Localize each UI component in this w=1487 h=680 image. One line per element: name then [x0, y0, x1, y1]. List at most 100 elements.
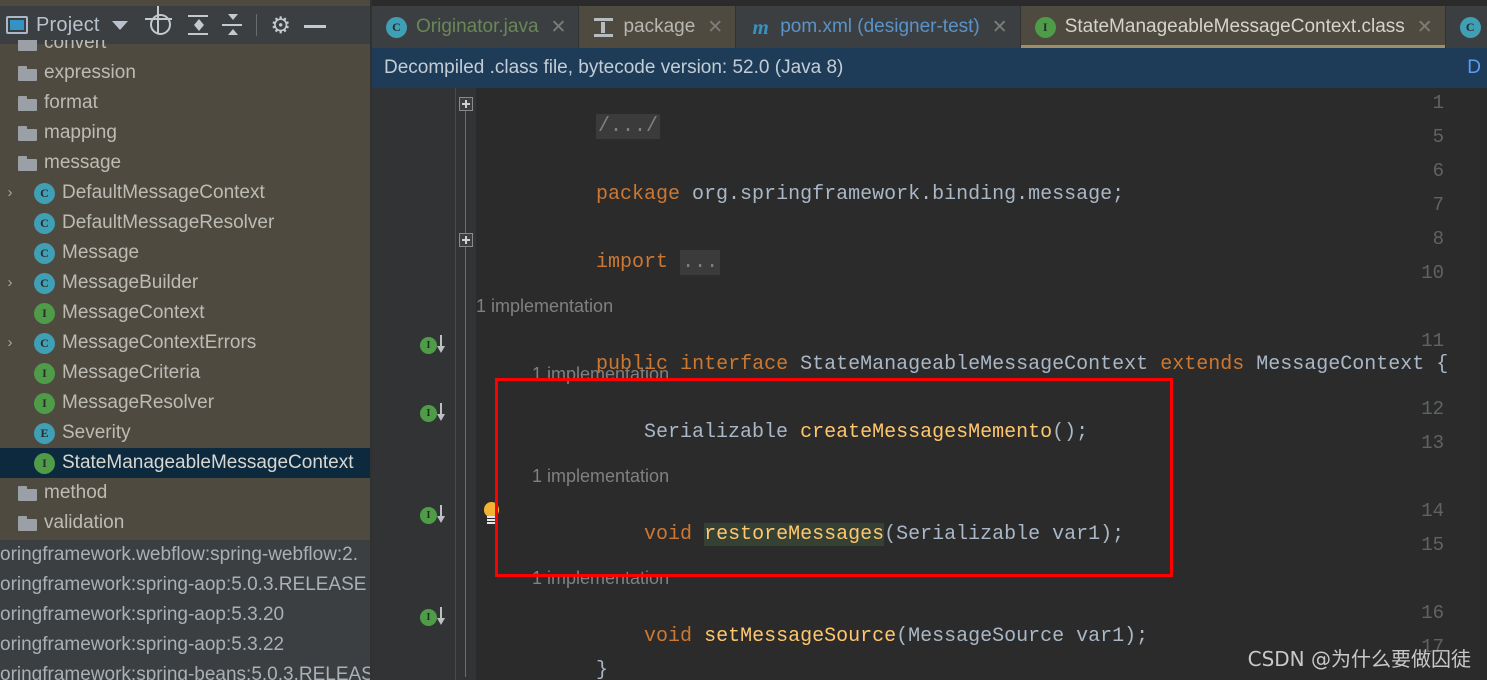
folder-icon: [18, 40, 37, 51]
library-item[interactable]: oringframework:spring-beans:5.0.3.RELEAS…: [0, 660, 372, 680]
tree-item[interactable]: convert: [0, 40, 372, 58]
tree-item-label: expression: [44, 62, 136, 83]
tree-item[interactable]: I MessageContext: [0, 298, 372, 328]
code-line: /.../: [476, 92, 661, 161]
implementation-marker[interactable]: I: [420, 504, 450, 528]
editor-tab-label: package: [623, 16, 696, 37]
library-item[interactable]: oringframework:spring-aop:5.0.3.RELEASE: [0, 570, 372, 600]
close-icon[interactable]: ✕: [992, 18, 1008, 37]
tree-item[interactable]: validation: [0, 508, 372, 538]
editor-tab-bar[interactable]: C Originator.java ✕ package ✕ m pom.xml (desig…: [372, 6, 1487, 48]
fold-strip[interactable]: [456, 88, 476, 680]
tree-item[interactable]: method: [0, 478, 372, 508]
tree-item[interactable]: I MessageCriteria: [0, 358, 372, 388]
tree-item[interactable]: format: [0, 88, 372, 118]
tree-item[interactable]: I MessageResolver: [0, 388, 372, 418]
tree-item-label: DefaultMessageContext: [62, 182, 265, 203]
fold-placeholder-imports[interactable]: ...: [680, 250, 721, 275]
tree-item-label: StateManageableMessageContext: [62, 452, 354, 473]
collapse-all-icon[interactable]: [218, 11, 246, 39]
folder-icon: [18, 485, 37, 501]
implementation-marker[interactable]: I: [420, 334, 450, 358]
expand-chevron-icon[interactable]: ›: [2, 328, 18, 358]
chevron-down-icon[interactable]: [111, 20, 128, 30]
close-icon[interactable]: ✕: [551, 18, 567, 37]
project-tool-window: Project ⚙ convert expression format mapping…: [0, 0, 372, 680]
editor-tab-label: pom.xml (designer-test): [780, 16, 980, 37]
tree-item-label: mapping: [44, 122, 117, 143]
tree-item[interactable]: C Message: [0, 238, 372, 268]
close-icon[interactable]: ✕: [1417, 18, 1433, 37]
folder-icon: [18, 125, 37, 141]
expand-chevron-icon[interactable]: ›: [2, 178, 18, 208]
tree-item[interactable]: I StateManageableMessageContext: [0, 448, 372, 478]
package-diff-icon: [593, 17, 614, 38]
code-region: 1 5 6 7 8 10 11 12 13 14 15 16 17 I I I: [372, 88, 1487, 680]
tree-item-label: format: [44, 92, 98, 113]
gutter-separator: [455, 88, 456, 680]
interface-icon: I: [34, 362, 55, 384]
editor-tab[interactable]: package ✕: [579, 6, 737, 48]
code-line: }: [596, 659, 609, 680]
tree-item-label: message: [44, 152, 122, 173]
watermark: CSDN @为什么要做囚徒: [1247, 647, 1471, 671]
tree-item[interactable]: › C DefaultMessageContext: [0, 178, 372, 208]
folder-icon: [18, 65, 37, 81]
tree-item[interactable]: C DefaultMessageResolver: [0, 208, 372, 238]
expand-all-icon[interactable]: [184, 11, 212, 39]
tree-item[interactable]: › C MessageContextErrors: [0, 328, 372, 358]
close-icon[interactable]: ✕: [707, 18, 723, 37]
maven-icon: m: [752, 14, 769, 39]
code-text[interactable]: /.../ package org.springframework.bindin…: [476, 88, 1487, 680]
library-item[interactable]: oringframework.webflow:spring-webflow:2.: [0, 540, 372, 570]
highlighted-identifier: restoreMessages: [704, 523, 885, 546]
external-libraries-list[interactable]: oringframework.webflow:spring-webflow:2.…: [0, 540, 372, 680]
fold-marker[interactable]: [459, 97, 473, 111]
tree-item-label: Message: [62, 242, 140, 263]
inlay-hint-implementation[interactable]: 1 implementation: [532, 466, 669, 487]
tree-item[interactable]: › C MessageBuilder: [0, 268, 372, 298]
fold-marker[interactable]: [459, 233, 473, 247]
interface-icon: I: [34, 392, 55, 414]
tree-item-label: MessageContextErrors: [62, 332, 257, 353]
implementation-marker[interactable]: I: [420, 606, 450, 630]
project-title[interactable]: Project: [36, 14, 100, 37]
editor-tab[interactable]: m pom.xml (designer-test) ✕: [736, 6, 1021, 48]
editor-tab[interactable]: C Originator.java ✕: [372, 6, 580, 48]
notification-link[interactable]: D: [1467, 57, 1481, 79]
implementation-marker[interactable]: I: [420, 402, 450, 426]
library-item[interactable]: oringframework:spring-aop:5.3.22: [0, 630, 372, 660]
code-line: Serializable createMessagesMemento();: [596, 421, 1089, 444]
code-line: void restoreMessages(Serializable var1);: [644, 523, 1125, 546]
folder-icon: [18, 95, 37, 111]
decompiled-notification-bar: Decompiled .class file, bytecode version…: [372, 48, 1487, 88]
interface-icon: I: [34, 302, 55, 324]
enum-icon: E: [34, 422, 55, 444]
java-class-icon: C: [1459, 16, 1481, 38]
folder-icon: [18, 515, 37, 531]
tree-item[interactable]: message: [0, 148, 372, 178]
fold-placeholder-comment[interactable]: /.../: [596, 114, 661, 139]
locate-target-icon[interactable]: [149, 11, 178, 39]
tree-item[interactable]: expression: [0, 58, 372, 88]
java-class-icon: C: [386, 16, 407, 38]
project-tree[interactable]: convert expression format mapping message › C D…: [0, 40, 372, 540]
idea-window: Project ⚙ convert expression format mapping…: [0, 0, 1487, 680]
tree-item[interactable]: mapping: [0, 118, 372, 148]
class-icon: C: [34, 182, 55, 204]
notification-text: Decompiled .class file, bytecode version…: [384, 57, 844, 78]
editor-tab[interactable]: CDe: [1446, 6, 1487, 48]
inlay-hint-implementation[interactable]: 1 implementation: [476, 296, 613, 317]
tree-item[interactable]: E Severity: [0, 418, 372, 448]
kw-package: package: [596, 183, 681, 206]
editor-gutter[interactable]: [372, 88, 455, 680]
tree-item-label: method: [44, 482, 108, 503]
inlay-hint-implementation[interactable]: 1 implementation: [532, 364, 669, 385]
library-item[interactable]: oringframework:spring-aop:5.3.20: [0, 600, 372, 630]
editor-tab[interactable]: I StateManageableMessageContext.class ✕: [1020, 6, 1446, 48]
editor-tab-label: StateManageableMessageContext.class: [1064, 16, 1405, 37]
minimize-icon[interactable]: [301, 11, 329, 39]
expand-chevron-icon[interactable]: ›: [2, 268, 18, 298]
inlay-hint-implementation[interactable]: 1 implementation: [532, 568, 669, 589]
gear-icon[interactable]: ⚙: [267, 11, 295, 39]
